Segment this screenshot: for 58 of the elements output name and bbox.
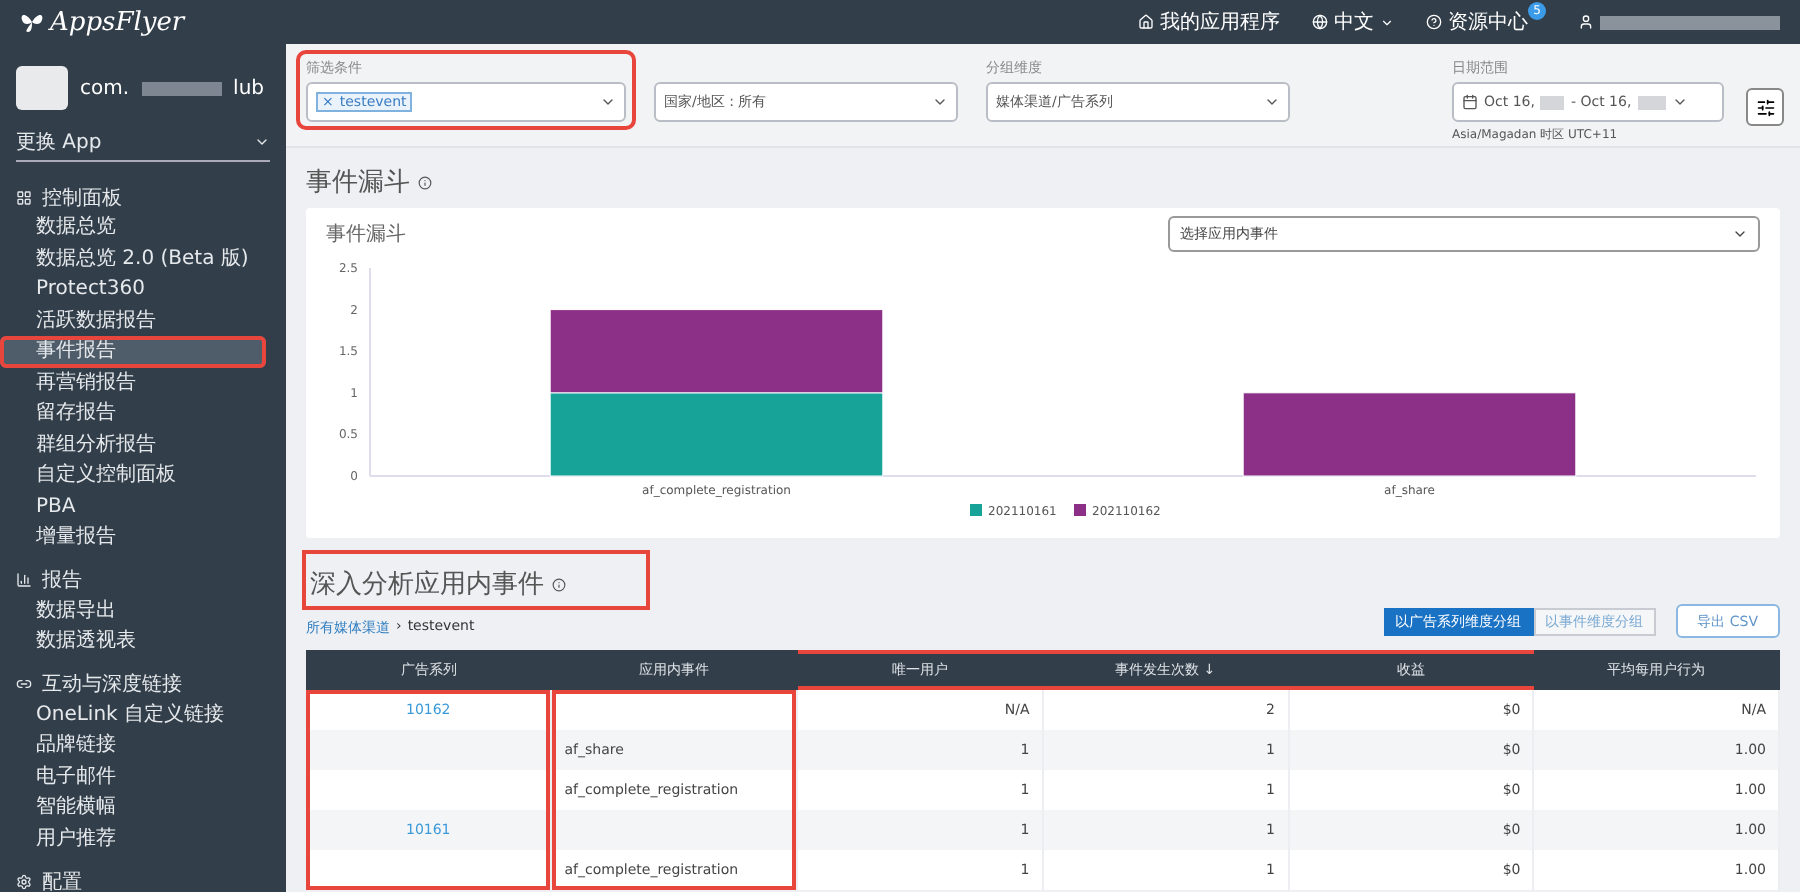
nav-item[interactable]: PBA (0, 491, 286, 522)
info-icon (552, 577, 566, 591)
caret-icon (1264, 94, 1280, 110)
caret-icon (932, 94, 948, 110)
help-icon (1426, 14, 1442, 30)
switch-app-dropdown[interactable]: 更换 App (16, 128, 270, 162)
app-name: com. (80, 77, 130, 99)
top-link[interactable]: 资源中心 (1426, 8, 1528, 36)
nav-item[interactable]: 再营销报告 (0, 367, 286, 398)
sliders-icon (1755, 97, 1775, 117)
nav-item[interactable]: 智能横幅 (0, 792, 286, 823)
card-title: 事件漏斗 (326, 221, 406, 248)
caret-icon (254, 134, 270, 150)
caret-icon (600, 94, 616, 110)
blurred-text (1637, 95, 1666, 109)
top-link[interactable]: 中文 (1312, 8, 1394, 36)
settings-icon (16, 873, 32, 889)
globe-icon (1312, 14, 1328, 30)
section-title: 事件漏斗 (306, 164, 432, 200)
nav-item[interactable]: 数据透视表 (0, 626, 286, 657)
caret-icon (1671, 94, 1688, 110)
user-icon (1578, 14, 1594, 30)
nav-item[interactable]: 数据总览 (0, 212, 286, 243)
grid-icon (16, 189, 32, 205)
nav-item[interactable]: Protect360 (0, 274, 286, 305)
nav-item[interactable]: 数据总览 2.0 (Beta 版) (0, 243, 286, 274)
bar-chart-icon (16, 572, 32, 588)
nav-item[interactable]: 留存报告 (0, 398, 286, 429)
nav-item[interactable]: 事件报告 (0, 336, 266, 367)
calendar-icon (1462, 94, 1478, 110)
nav-item[interactable]: 群组分析报告 (0, 429, 286, 460)
caret-icon (1380, 15, 1394, 29)
section-title: 深入分析应用内事件 (306, 554, 646, 606)
nav-group-label: 互动与深度链接 (42, 671, 182, 698)
top-link[interactable]: 我的应用程序 (1138, 8, 1280, 36)
nav-item[interactable]: OneLink 自定义链接 (0, 699, 286, 730)
nav-item[interactable]: 用户推荐 (0, 823, 286, 854)
settings-button[interactable] (1746, 88, 1784, 126)
blurred-text (141, 81, 222, 95)
home-icon (1138, 14, 1154, 30)
nav-item[interactable]: 活跃数据报告 (0, 305, 286, 336)
nav-item[interactable]: 自定义控制面板 (0, 460, 286, 491)
user-menu[interactable] (1578, 14, 1780, 30)
blurred-text (1540, 95, 1565, 109)
nav-item[interactable]: 数据导出 (0, 595, 286, 626)
nav-group-label: 配置 (42, 869, 82, 892)
app-name: lub (233, 77, 265, 99)
app-icon (16, 66, 68, 110)
nav-item[interactable]: 增量报告 (0, 522, 286, 553)
butterfly-icon (20, 10, 44, 34)
nav-item[interactable]: 电子邮件 (0, 761, 286, 792)
link-icon (16, 676, 32, 692)
nav-group-label: 报告 (42, 567, 82, 594)
nav-item[interactable]: 品牌链接 (0, 730, 286, 761)
caret-icon (1732, 226, 1748, 242)
nav-group-label: 控制面板 (42, 185, 122, 211)
info-icon (418, 175, 432, 189)
logo: AppsFlyer (20, 7, 185, 37)
